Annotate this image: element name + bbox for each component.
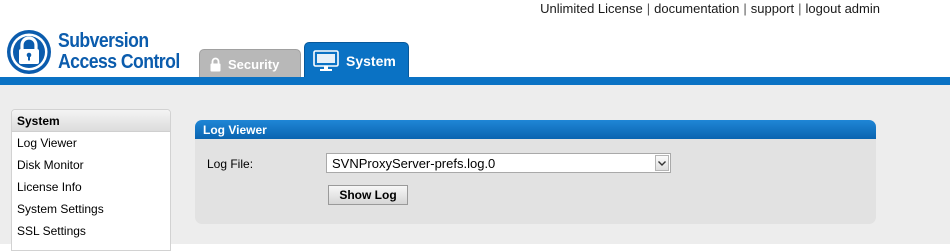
sidebar: System Log Viewer Disk Monitor License I… <box>11 109 171 251</box>
log-viewer-panel: Log Viewer Log File: SVNProxyServer-pref… <box>195 120 876 224</box>
chevron-down-icon[interactable] <box>655 155 669 171</box>
tab-security-label: Security <box>228 56 280 72</box>
logo-line2: Access Control <box>58 51 180 73</box>
tab-bar-underline <box>0 77 950 85</box>
logo-line1: Subversion <box>58 30 149 52</box>
documentation-link[interactable]: documentation <box>654 1 739 16</box>
link-separator: | <box>798 1 802 16</box>
tab-system-label: System <box>346 52 396 69</box>
sidebar-item-log-viewer[interactable]: Log Viewer <box>12 132 170 154</box>
log-file-select[interactable]: SVNProxyServer-prefs.log.0 <box>326 153 671 173</box>
support-link[interactable]: support <box>751 1 794 16</box>
log-file-label: Log File: <box>207 157 254 171</box>
license-link[interactable]: Unlimited License <box>540 1 643 16</box>
logout-link[interactable]: logout admin <box>806 1 880 16</box>
show-log-button[interactable]: Show Log <box>328 185 408 205</box>
link-separator: | <box>646 1 651 16</box>
lock-icon <box>210 57 221 72</box>
sidebar-item-system-settings[interactable]: System Settings <box>12 198 170 220</box>
log-file-value: SVNProxyServer-prefs.log.0 <box>332 156 496 171</box>
header-links: Unlimited License | documentation | support |… <box>0 1 880 16</box>
sidebar-item-disk-monitor[interactable]: Disk Monitor <box>12 154 170 176</box>
sidebar-item-ssl-settings[interactable]: SSL Settings <box>12 220 170 242</box>
sidebar-item-license-info[interactable]: License Info <box>12 176 170 198</box>
logo-text: Subversion Access Control <box>58 31 190 73</box>
padlock-icon <box>7 30 51 74</box>
panel-title: Log Viewer <box>195 120 876 139</box>
sidebar-title: System <box>12 110 170 132</box>
tab-system[interactable]: System <box>304 42 409 78</box>
link-separator: | <box>743 1 747 16</box>
monitor-icon <box>313 49 339 72</box>
tab-security[interactable]: Security <box>199 49 301 78</box>
